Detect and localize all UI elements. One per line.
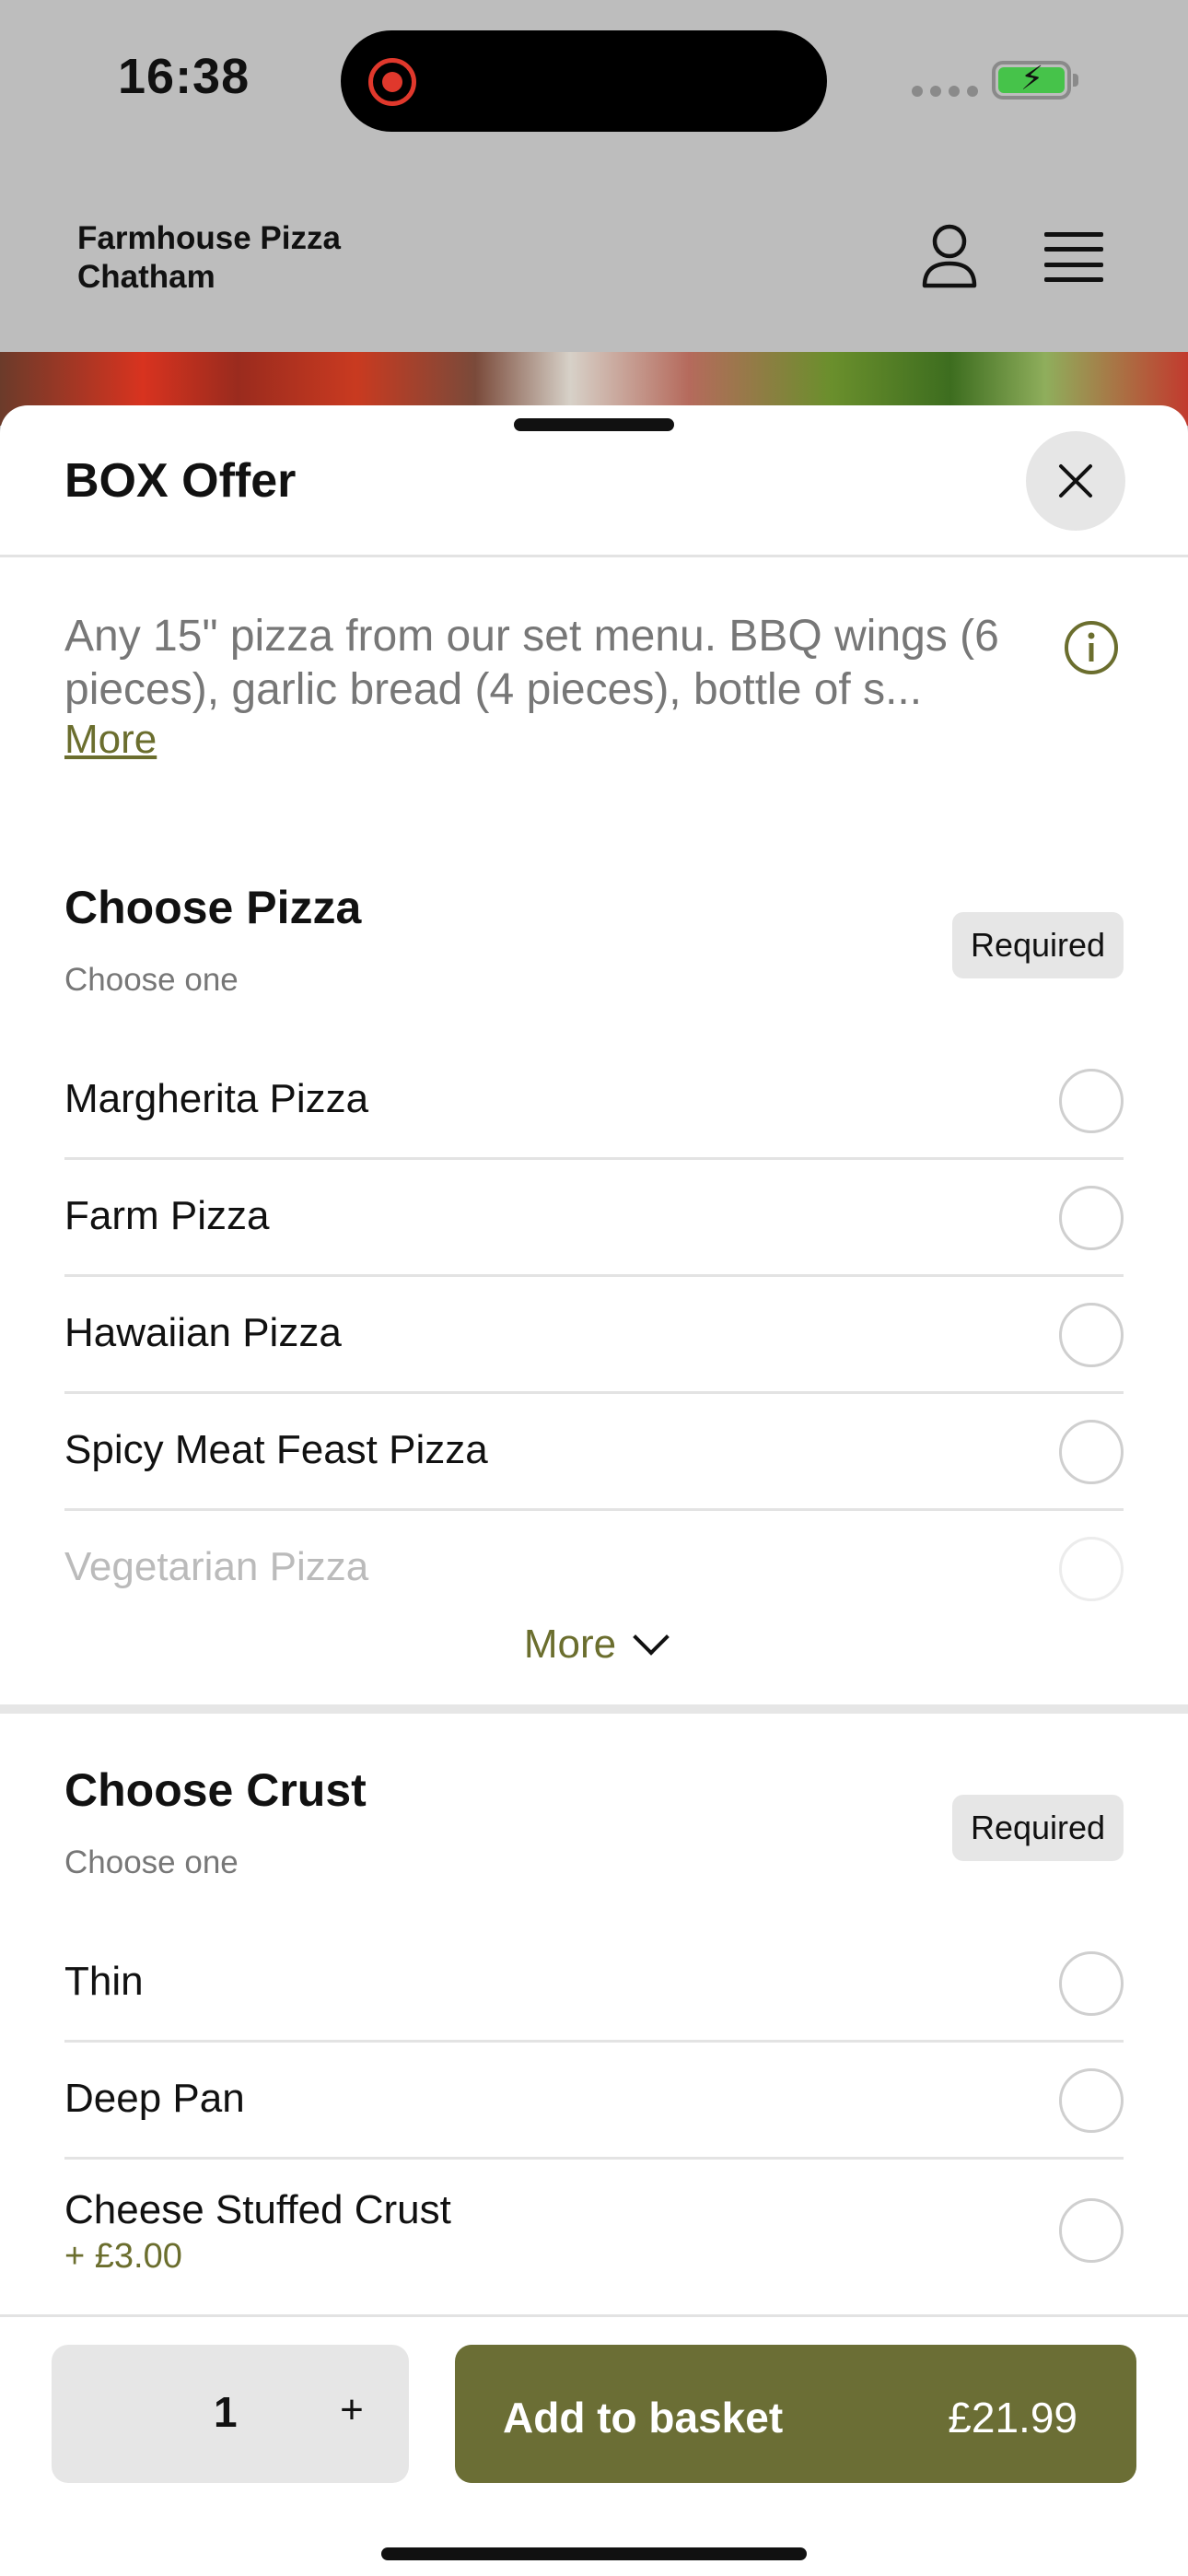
divider (0, 555, 1188, 557)
site-header: Farmhouse Pizza Chatham (0, 166, 1188, 352)
radio-button[interactable] (1059, 1069, 1124, 1133)
option-hawaiian-pizza[interactable]: Hawaiian Pizza (64, 1277, 1124, 1394)
option-label: Spicy Meat Feast Pizza (64, 1427, 488, 1472)
quantity-value: 1 (214, 2388, 238, 2436)
radio-button[interactable] (1059, 2068, 1124, 2133)
required-badge: Required (952, 1795, 1124, 1861)
group-title-crust: Choose Crust (64, 1764, 367, 1816)
option-price: + £3.00 (64, 2237, 182, 2276)
radio-button[interactable] (1059, 2198, 1124, 2263)
option-thin[interactable]: Thin (64, 1926, 1124, 2043)
section-separator (0, 1704, 1188, 1714)
total-price: £21.99 (948, 2394, 1077, 2441)
radio-button[interactable] (1059, 1420, 1124, 1484)
option-vegetarian-pizza[interactable]: Vegetarian Pizza (64, 1511, 1124, 1628)
user-icon[interactable] (921, 223, 978, 289)
battery-icon: ⚡ (992, 59, 1078, 100)
show-more-label: More (523, 1622, 617, 1667)
charging-bolt-icon: ⚡ (1020, 59, 1044, 97)
group-subtitle-pizza: Choose one (64, 962, 239, 998)
increment-button[interactable]: + (324, 2387, 379, 2433)
option-deep-pan[interactable]: Deep Pan (64, 2043, 1124, 2160)
signal-icon (912, 86, 978, 97)
option-farm-pizza[interactable]: Farm Pizza (64, 1160, 1124, 1277)
option-label: Hawaiian Pizza (64, 1310, 342, 1355)
offer-sheet: BOX Offer Any 15" pizza from our set men… (0, 405, 1188, 2576)
hamburger-menu-icon[interactable] (1044, 232, 1103, 282)
info-icon[interactable] (1063, 619, 1120, 676)
dynamic-island (341, 30, 827, 132)
recording-icon (368, 58, 416, 106)
description-more-link[interactable]: More (64, 717, 157, 763)
group-subtitle-crust: Choose one (64, 1844, 239, 1880)
radio-button[interactable] (1059, 1303, 1124, 1367)
option-margherita-pizza[interactable]: Margherita Pizza (64, 1043, 1124, 1160)
option-label: Margherita Pizza (64, 1076, 369, 1121)
close-button[interactable] (1026, 431, 1125, 531)
radio-button[interactable] (1059, 1951, 1124, 2016)
option-label: Thin (64, 1959, 144, 2004)
add-to-basket-label: Add to basket (503, 2394, 784, 2441)
show-more-button[interactable]: More (0, 1619, 1188, 1668)
status-bar: 16:38 ⚡ (0, 0, 1188, 166)
add-to-basket-button[interactable]: Add to basket £21.99 (455, 2345, 1136, 2483)
group-title-pizza: Choose Pizza (64, 882, 362, 933)
brand-line-2: Chatham (77, 259, 215, 295)
option-label: Cheese Stuffed Crust (64, 2187, 451, 2232)
offer-description: Any 15" pizza from our set menu. BBQ win… (64, 612, 999, 714)
quantity-stepper[interactable]: 1 + (52, 2345, 409, 2483)
brand-name[interactable]: Farmhouse Pizza Chatham (77, 219, 341, 297)
required-badge: Required (952, 912, 1124, 978)
option-spicy-meat-feast-pizza[interactable]: Spicy Meat Feast Pizza (64, 1394, 1124, 1511)
sheet-grabber[interactable] (514, 418, 674, 431)
home-indicator (381, 2547, 807, 2560)
option-label: Farm Pizza (64, 1193, 270, 1238)
status-time: 16:38 (118, 49, 250, 104)
option-label: Vegetarian Pizza (64, 1544, 369, 1589)
radio-button[interactable] (1059, 1537, 1124, 1601)
chevron-down-icon (633, 1619, 670, 1656)
option-cheese-stuffed-crust[interactable]: Cheese Stuffed Crust + £3.00 (64, 2160, 1124, 2294)
radio-button[interactable] (1059, 1186, 1124, 1250)
sheet-title: BOX Offer (64, 454, 297, 508)
bottom-action-bar: 1 + Add to basket £21.99 (0, 2314, 1188, 2576)
close-icon (1059, 464, 1092, 498)
option-label: Deep Pan (64, 2076, 245, 2121)
brand-line-1: Farmhouse Pizza (77, 220, 341, 256)
